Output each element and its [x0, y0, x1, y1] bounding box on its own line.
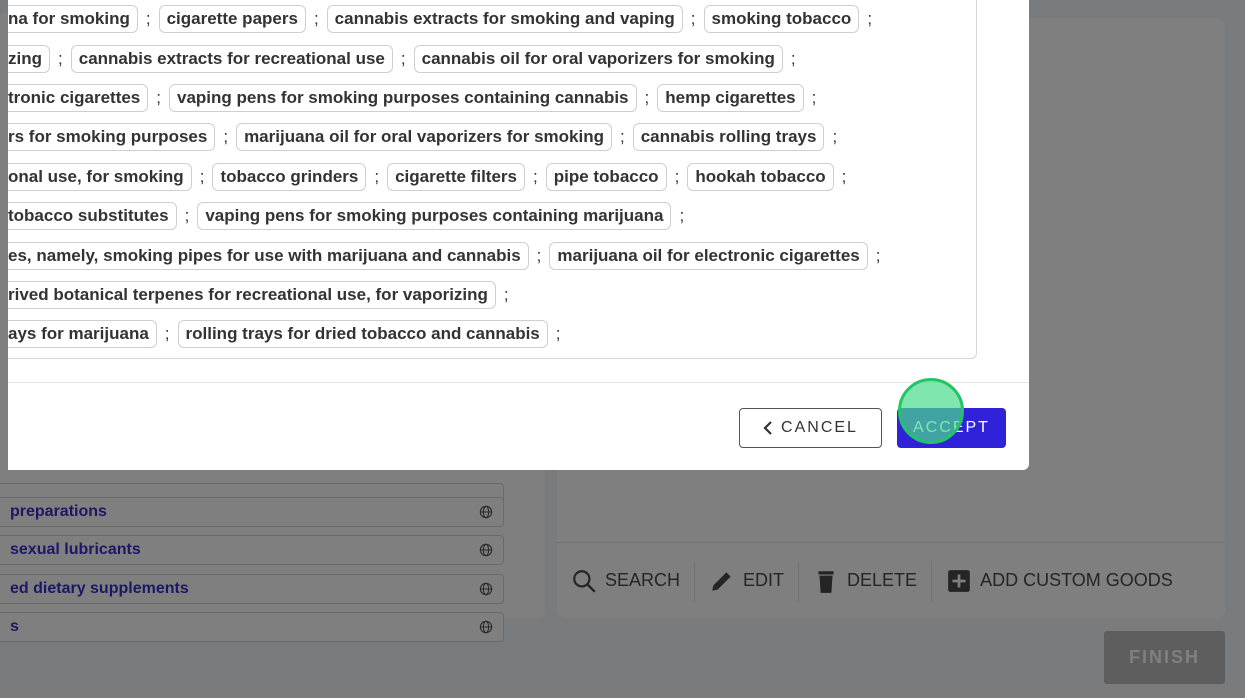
- terms-row: rs for smoking purposes; marijuana oil fo…: [8, 123, 845, 151]
- term-separator: ;: [832, 127, 838, 146]
- terms-row: es, namely, smoking pipes for use with m…: [8, 242, 888, 270]
- dialog-footer: CANCEL ACCEPT: [8, 382, 1029, 470]
- terms-row: ays for marijuana; rolling trays for drie…: [8, 320, 569, 348]
- term-separator: ;: [400, 49, 406, 68]
- terms-row: zing; cannabis extracts for recreational …: [8, 45, 804, 73]
- terms-row: tobacco substitutes; vaping pens for smok…: [8, 202, 692, 230]
- term-separator: ;: [532, 167, 538, 186]
- goods-term-chip[interactable]: cannabis oil for oral vaporizers for smo…: [413, 45, 783, 73]
- goods-term-chip[interactable]: marijuana oil for electronic cigarettes: [549, 242, 868, 270]
- term-separator: ;: [199, 167, 205, 186]
- goods-term-chip[interactable]: cannabis extracts for recreational use: [70, 45, 393, 73]
- goods-term-chip[interactable]: hookah tobacco: [687, 163, 834, 191]
- terms-list: na for smoking; cigarette papers; cannabis…: [8, 0, 977, 359]
- goods-term-chip[interactable]: cannabis rolling trays: [632, 123, 825, 151]
- term-separator: ;: [503, 285, 509, 304]
- term-separator: ;: [867, 9, 873, 28]
- goods-term-chip[interactable]: zing: [8, 45, 50, 73]
- goods-term-chip[interactable]: vaping pens for smoking purposes contain…: [197, 202, 672, 230]
- terms-row: tronic cigarettes; vaping pens for smokin…: [8, 84, 824, 112]
- goods-term-chip[interactable]: es, namely, smoking pipes for use with m…: [8, 242, 529, 270]
- goods-term-chip[interactable]: cigarette filters: [387, 163, 525, 191]
- term-separator: ;: [811, 88, 817, 107]
- goods-term-chip[interactable]: cigarette papers: [158, 5, 306, 33]
- term-separator: ;: [374, 167, 380, 186]
- goods-term-chip[interactable]: ays for marijuana: [8, 320, 157, 348]
- accept-button[interactable]: ACCEPT: [897, 408, 1006, 448]
- term-separator: ;: [841, 167, 847, 186]
- goods-term-chip[interactable]: vaping pens for smoking purposes contain…: [169, 84, 637, 112]
- term-separator: ;: [313, 9, 319, 28]
- term-separator: ;: [223, 127, 229, 146]
- term-separator: ;: [679, 206, 685, 225]
- terms-row: onal use, for smoking; tobacco grinders; c…: [8, 163, 854, 191]
- goods-term-chip[interactable]: tobacco substitutes: [8, 202, 177, 230]
- goods-term-chip[interactable]: tobacco grinders: [212, 163, 367, 191]
- goods-confirm-dialog: na for smoking; cigarette papers; cannabis…: [8, 0, 1029, 470]
- term-separator: ;: [164, 324, 170, 343]
- chevron-left-icon: [763, 421, 772, 435]
- term-separator: ;: [184, 206, 190, 225]
- term-separator: ;: [536, 246, 542, 265]
- cancel-label: CANCEL: [781, 419, 858, 436]
- term-separator: ;: [555, 324, 561, 343]
- goods-term-chip[interactable]: rs for smoking purposes: [8, 123, 216, 151]
- goods-term-chip[interactable]: rived botanical terpenes for recreationa…: [8, 281, 496, 309]
- term-separator: ;: [875, 246, 881, 265]
- goods-term-chip[interactable]: na for smoking: [8, 5, 138, 33]
- term-separator: ;: [619, 127, 625, 146]
- term-separator: ;: [690, 9, 696, 28]
- goods-term-chip[interactable]: onal use, for smoking: [8, 163, 192, 191]
- term-separator: ;: [145, 9, 151, 28]
- term-separator: ;: [156, 88, 161, 107]
- goods-term-chip[interactable]: marijuana oil for oral vaporizers for sm…: [236, 123, 612, 151]
- terms-row: rived botanical terpenes for recreationa…: [8, 281, 517, 309]
- goods-term-chip[interactable]: rolling trays for dried tobacco and cann…: [177, 320, 548, 348]
- term-separator: ;: [674, 167, 680, 186]
- goods-term-chip[interactable]: cannabis extracts for smoking and vaping: [326, 5, 683, 33]
- term-separator: ;: [58, 49, 63, 68]
- goods-term-chip[interactable]: pipe tobacco: [545, 163, 667, 191]
- goods-term-chip[interactable]: tronic cigarettes: [8, 84, 149, 112]
- cancel-button[interactable]: CANCEL: [739, 408, 882, 448]
- goods-term-chip[interactable]: hemp cigarettes: [657, 84, 804, 112]
- goods-term-chip[interactable]: smoking tobacco: [703, 5, 860, 33]
- term-separator: ;: [644, 88, 650, 107]
- term-separator: ;: [790, 49, 796, 68]
- terms-row: na for smoking; cigarette papers; cannabis…: [8, 5, 880, 33]
